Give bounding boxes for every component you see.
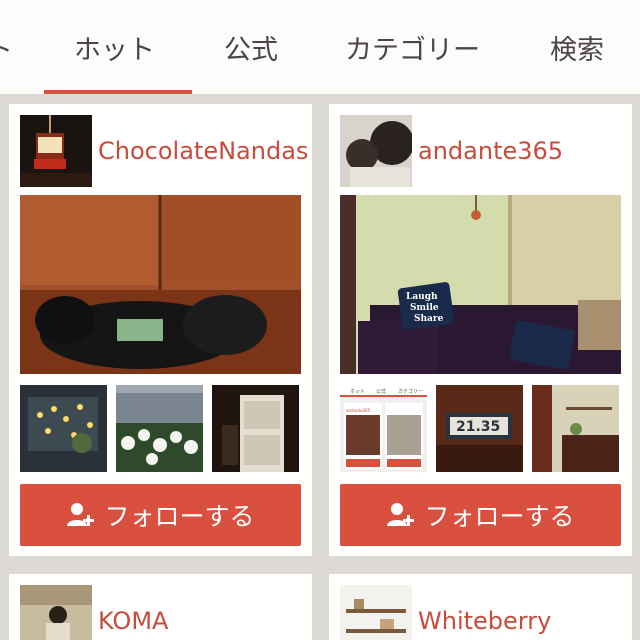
tab-search[interactable]: 検索 — [550, 28, 604, 67]
user-avatar[interactable] — [20, 115, 92, 187]
thumbnail-image[interactable]: ホット 公式 カテゴリー andante365 — [340, 385, 427, 472]
follow-button-label: フォローする — [104, 502, 255, 531]
thumbnail-image[interactable] — [532, 385, 619, 472]
user-avatar[interactable] — [340, 115, 412, 187]
user-card: andante365 Laugh Smile Share ホット 公式カテゴリー… — [329, 104, 632, 556]
user-avatar[interactable] — [20, 585, 92, 640]
thumbnail-image[interactable] — [116, 385, 203, 472]
pillow-text: Smile — [410, 303, 439, 313]
follow-button-label: フォローする — [424, 502, 575, 531]
tab-partial[interactable]: ト — [0, 28, 13, 67]
user-card: ChocolateNandas フォローする — [9, 104, 312, 556]
follow-button[interactable]: フォローする — [20, 484, 301, 546]
tab-official[interactable]: 公式 — [224, 28, 278, 67]
tab-category[interactable]: カテゴリー — [345, 28, 480, 67]
user-card: KOMA — [9, 574, 312, 640]
thumbnail-image[interactable] — [20, 385, 107, 472]
main-photo[interactable]: Laugh Smile Share — [340, 195, 621, 374]
username-link[interactable]: ChocolateNandas — [98, 137, 308, 165]
thumb-username: andante365 — [346, 408, 371, 413]
follow-button[interactable]: フォローする — [340, 484, 621, 546]
pillow-text: Share — [414, 314, 444, 324]
tab-hot[interactable]: ホット — [74, 28, 155, 67]
top-tab-bar: ト ホット 公式 カテゴリー 検索 — [0, 0, 640, 94]
user-card: Whiteberry — [329, 574, 632, 640]
thumb-tab-label: カテゴリー — [398, 388, 423, 395]
add-user-icon — [387, 503, 415, 526]
username-link[interactable]: andante365 — [418, 137, 563, 165]
thumbnail-image[interactable]: 21.35 — [436, 385, 523, 472]
username-link[interactable]: Whiteberry — [418, 607, 551, 635]
main-photo[interactable] — [20, 195, 301, 374]
user-avatar[interactable] — [340, 585, 412, 640]
thumb-plate-text: 21.35 — [456, 419, 500, 435]
pillow-text: Laugh — [406, 292, 438, 302]
thumb-tab-label: 公式 — [376, 388, 386, 395]
thumbnail-image[interactable] — [212, 385, 299, 472]
active-tab-indicator — [44, 90, 192, 94]
thumb-tab-label: ホット — [350, 389, 365, 395]
username-link[interactable]: KOMA — [98, 607, 168, 635]
add-user-icon — [67, 503, 95, 526]
